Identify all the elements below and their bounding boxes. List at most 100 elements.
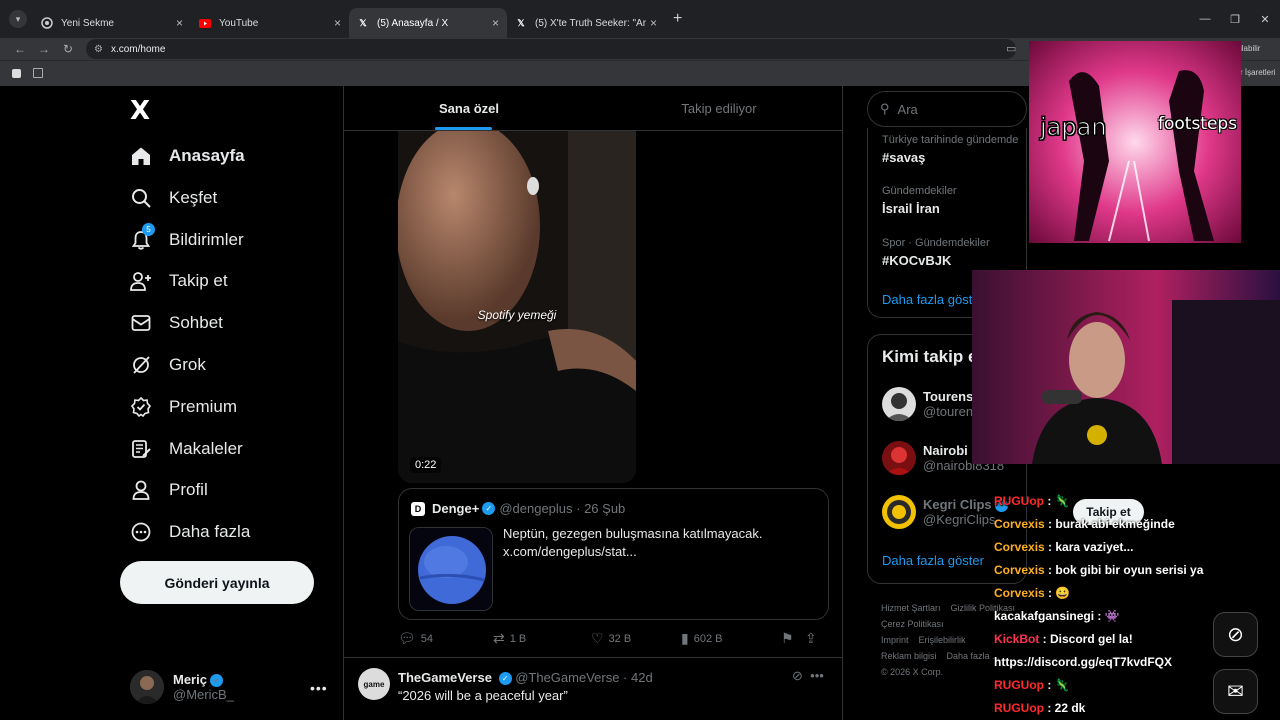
search-icon: ⚲ xyxy=(880,101,890,116)
chat-username[interactable]: RUGUop xyxy=(994,701,1044,715)
tweet-author-name: TheGameVerse xyxy=(398,670,492,685)
suggested-user[interactable]: Tourens @touren xyxy=(882,387,973,421)
x-logo[interactable]: X xyxy=(130,96,150,126)
video-frame xyxy=(398,131,636,483)
chat-username[interactable]: RUGUop xyxy=(994,678,1044,692)
follow-icon xyxy=(130,270,152,292)
url-bar[interactable]: ⚙ x.com/home xyxy=(86,39,1016,59)
sidebar-item-home[interactable]: Anasayfa xyxy=(130,136,245,176)
account-more-icon[interactable]: ••• xyxy=(310,680,328,696)
chat-text: : 22 dk xyxy=(1044,701,1086,715)
who-to-follow-show-more[interactable]: Daha fazla göster xyxy=(882,553,984,568)
tab-x-truth-seeker[interactable]: 𝕏 (5) X'te Truth Seeker: "Are you × xyxy=(507,8,665,38)
close-tab-icon[interactable]: × xyxy=(492,16,499,30)
trend-context: Spor · Gündemdekiler xyxy=(882,237,990,249)
chat-username[interactable]: Corvexis xyxy=(994,586,1045,600)
chat-username[interactable]: RUGUop xyxy=(994,494,1044,508)
close-window-icon[interactable]: ✕ xyxy=(1250,13,1280,26)
views-button[interactable]: ▮ 602 B xyxy=(681,630,781,647)
tab-youtube[interactable]: YouTube × xyxy=(191,8,349,38)
bookmark-button[interactable]: ⚑ xyxy=(781,630,805,647)
quote-author-meta: @dengeplus · 26 Şub xyxy=(499,501,626,516)
video-duration: 0:22 xyxy=(410,457,442,473)
tab-title: (5) X'te Truth Seeker: "Are you xyxy=(535,17,646,29)
sidebar-item-articles[interactable]: Makaleler xyxy=(130,429,243,469)
trend-title: İsrail İran xyxy=(882,201,940,216)
tab-for-you[interactable]: Sana özel xyxy=(344,86,594,130)
quote-tweet[interactable]: D Denge+ ✓ @dengeplus · 26 Şub Neptün, g… xyxy=(398,488,829,620)
close-tab-icon[interactable]: × xyxy=(334,16,341,30)
chat-username[interactable]: Corvexis xyxy=(994,540,1045,554)
grok-icon[interactable]: ⊘ xyxy=(792,668,803,683)
tweet-video[interactable]: Spotify yemeği 0:22 xyxy=(398,131,636,483)
sidebar-item-chat[interactable]: Sohbet xyxy=(130,303,223,343)
chat-text: : 😀 xyxy=(1044,586,1071,600)
post-button[interactable]: Gönderi yayınla xyxy=(120,561,314,604)
chat-text: : kara vaziyet... xyxy=(1044,540,1134,554)
sidebar-item-premium[interactable]: Premium xyxy=(130,387,237,427)
search-input[interactable]: ⚲ Ara xyxy=(867,91,1027,127)
suggested-user[interactable]: Kegri Clips ✓ @KegriClips xyxy=(882,495,1008,529)
sidebar-item-follow[interactable]: Takip et xyxy=(130,261,228,301)
tab-following[interactable]: Takip ediliyor xyxy=(594,86,842,130)
close-tab-icon[interactable]: × xyxy=(650,16,657,30)
chat-username[interactable]: Corvexis xyxy=(994,563,1045,577)
footer-link[interactable]: Çerez Politikası xyxy=(881,619,944,629)
like-button[interactable]: ♡ 32 B xyxy=(591,630,681,647)
footer-link[interactable]: Erişilebilirlik xyxy=(919,635,966,645)
chat-username[interactable]: KickBot xyxy=(994,632,1039,646)
tweet-actions: 💬︎ 54 ⇄ 1 B ♡ 32 B ▮ 602 B ⚑ ⇪ xyxy=(398,630,829,647)
all-bookmarks-label[interactable]: r İşaretleri xyxy=(1240,68,1276,77)
restore-icon[interactable]: ❐ xyxy=(1220,13,1250,26)
url-text: x.com/home xyxy=(110,43,166,55)
reload-icon[interactable]: ↻ xyxy=(56,42,80,56)
bookmark-icon[interactable] xyxy=(12,69,21,78)
avatar[interactable]: game xyxy=(358,668,390,700)
site-info-icon[interactable]: ⚙ xyxy=(94,44,103,55)
minimize-icon[interactable]: — xyxy=(1190,13,1220,25)
tab-new-tab[interactable]: Yeni Sekme × xyxy=(33,8,191,38)
user-handle: @KegriClips xyxy=(923,512,996,528)
footer-link[interactable]: Daha fazla ... xyxy=(947,651,1000,661)
more-icon xyxy=(130,521,152,543)
forward-icon[interactable]: → xyxy=(32,42,56,56)
repost-count: 1 B xyxy=(509,632,527,645)
trends-show-more[interactable]: Daha fazla göste xyxy=(882,292,980,307)
tab-x-home[interactable]: 𝕏 (5) Anasayfa / X × xyxy=(349,8,507,38)
messages-button[interactable]: ✉ xyxy=(1213,669,1258,714)
sidebar-item-label: Sohbet xyxy=(169,313,223,332)
trend-item[interactable]: Spor · Gündemdekiler #KOCvBJK xyxy=(882,237,990,268)
back-icon[interactable]: ← xyxy=(8,42,32,56)
grok-chat-button[interactable]: ⊘ xyxy=(1213,612,1258,657)
sidebar-item-more[interactable]: Daha fazla xyxy=(130,512,250,552)
footer-link[interactable]: Reklam bilgisi xyxy=(881,651,937,661)
trend-item[interactable]: Gündemdekiler İsrail İran xyxy=(882,185,957,216)
copyright: © 2026 X Corp. xyxy=(881,667,944,677)
neptune-image[interactable] xyxy=(409,527,493,611)
sidebar-item-notifications[interactable]: 5 Bildirimler xyxy=(130,220,244,260)
sidebar-item-profile[interactable]: Profil xyxy=(130,470,208,510)
tweet-more-icon[interactable]: ••• xyxy=(810,668,824,683)
footer-link[interactable]: Imprint xyxy=(881,635,909,645)
new-tab-button[interactable]: + xyxy=(673,10,682,28)
trend-item[interactable]: Türkiye tarihinde gündemde #savaş xyxy=(882,134,1018,165)
chat-username[interactable]: kacakafgansinegi xyxy=(994,609,1094,623)
sidebar-item-label: Grok xyxy=(169,355,206,374)
views-icon: ▮ xyxy=(681,630,689,646)
repost-button[interactable]: ⇄ 1 B xyxy=(493,630,591,647)
cast-icon[interactable]: ▭ xyxy=(1006,42,1016,55)
footer-link[interactable]: Hizmet Şartları xyxy=(881,603,941,613)
chat-text: https://discord.gg/eqT7kvdFQX xyxy=(994,655,1173,669)
tweet-author-meta: @TheGameVerse · 42d xyxy=(515,670,653,685)
sidebar-item-explore[interactable]: Keşfet xyxy=(130,178,217,218)
account-handle: @MericB_ xyxy=(173,687,234,703)
chat-username[interactable]: Corvexis xyxy=(994,517,1045,531)
apps-icon[interactable] xyxy=(33,68,43,78)
meme-label-left: japan xyxy=(1040,113,1108,142)
reply-button[interactable]: 💬︎ 54 xyxy=(398,630,493,647)
share-button[interactable]: ⇪ xyxy=(805,630,822,647)
tab-search-button[interactable]: ▾ xyxy=(9,10,27,28)
account-switcher[interactable]: Meriç ✓ @MericB_ xyxy=(130,670,234,704)
close-tab-icon[interactable]: × xyxy=(176,16,183,30)
sidebar-item-grok[interactable]: Grok xyxy=(130,345,206,385)
